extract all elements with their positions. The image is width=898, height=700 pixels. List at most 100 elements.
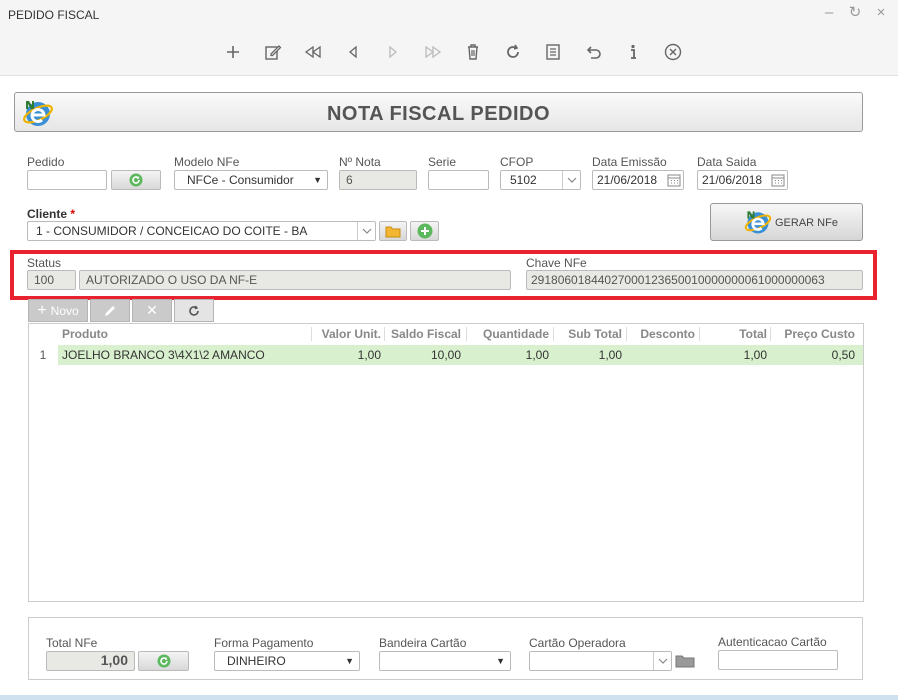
- gerar-nfe-button[interactable]: GERAR NFe: [710, 203, 863, 241]
- close-icon: ✕: [146, 302, 158, 318]
- edit-button[interactable]: [254, 38, 292, 66]
- refresh-green-icon: [129, 173, 143, 187]
- cell-preco-custo: 0,50: [831, 348, 855, 362]
- operadora-combo[interactable]: [529, 651, 672, 671]
- fast-forward-icon: [425, 45, 442, 59]
- window-titlebar: PEDIDO FISCAL – ↻ ×: [0, 0, 898, 76]
- undo-icon: [586, 46, 601, 59]
- nota-field: 6: [339, 170, 417, 190]
- form-header: NOTA FISCAL PEDIDO: [14, 92, 863, 132]
- column-separator: [699, 327, 700, 341]
- chevron-down-icon[interactable]: [653, 652, 671, 670]
- reload-button[interactable]: [494, 38, 532, 66]
- caret-right-icon: [389, 45, 398, 59]
- autenticacao-input[interactable]: [718, 650, 838, 670]
- cancel-button[interactable]: [654, 38, 692, 66]
- cell-valor-unit: 1,00: [357, 348, 381, 362]
- column-separator: [311, 327, 312, 341]
- forma-pagamento-select[interactable]: DINHEIRO ▼: [214, 651, 360, 671]
- pedido-label: Pedido: [27, 155, 65, 169]
- reload-icon: [507, 44, 519, 58]
- total-label: Total NFe: [46, 636, 98, 650]
- bandeira-label: Bandeira Cartão: [379, 636, 467, 650]
- gerar-nfe-label: GERAR NFe: [775, 217, 838, 229]
- trash-icon: [468, 44, 478, 60]
- minimize-icon[interactable]: –: [820, 4, 838, 22]
- nfe-logo-icon: [744, 211, 772, 234]
- list-icon: [546, 44, 560, 60]
- edit-icon: [265, 45, 282, 60]
- modelo-select[interactable]: NFCe - Consumidor ▼: [174, 170, 328, 190]
- column-header-produto[interactable]: Produto: [62, 324, 108, 344]
- pencil-icon: [105, 305, 115, 316]
- plus-icon: [227, 46, 239, 58]
- emissao-label: Data Emissão: [592, 155, 667, 169]
- window-title: PEDIDO FISCAL: [8, 8, 100, 22]
- products-grid: Produto Valor Unit. Saldo Fiscal Quantid…: [28, 323, 864, 602]
- add-green-icon: [417, 223, 432, 239]
- total-refresh-button[interactable]: [138, 651, 189, 671]
- pedido-search-button[interactable]: [111, 170, 161, 190]
- column-separator: [466, 327, 467, 341]
- calendar-icon[interactable]: [667, 173, 681, 187]
- list-button[interactable]: [534, 38, 572, 66]
- total-field: 1,00: [46, 651, 135, 671]
- emissao-value: 21/06/2018: [597, 173, 658, 187]
- table-row[interactable]: 1 JOELHO BRANCO 3\4X1\2 AMANCO 1,00 10,0…: [29, 345, 863, 365]
- caret-left-icon: [348, 45, 357, 59]
- cfop-combo[interactable]: 5102: [500, 170, 581, 190]
- refresh-icon[interactable]: ↻: [846, 4, 864, 22]
- dropdown-arrow-icon: ▼: [345, 656, 354, 666]
- emissao-date-input[interactable]: 21/06/2018: [592, 170, 684, 190]
- column-header-sub-total[interactable]: Sub Total: [556, 324, 622, 344]
- cell-sub-total: 1,00: [598, 348, 622, 362]
- saida-label: Data Saida: [697, 155, 757, 169]
- saida-value: 21/06/2018: [702, 173, 763, 187]
- delete-button[interactable]: [454, 38, 492, 66]
- column-header-valor-unit[interactable]: Valor Unit.: [315, 324, 381, 344]
- operadora-open-button[interactable]: [675, 653, 695, 668]
- last-record-button[interactable]: [414, 38, 452, 66]
- column-separator: [626, 327, 627, 341]
- next-record-button[interactable]: [374, 38, 412, 66]
- folder-icon: [675, 655, 695, 668]
- cell-total: 1,00: [743, 348, 767, 362]
- column-header-total[interactable]: Total: [702, 324, 767, 344]
- column-header-desconto[interactable]: Desconto: [629, 324, 695, 344]
- cell-quantidade: 1,00: [525, 348, 549, 362]
- info-button[interactable]: [614, 38, 652, 66]
- dropdown-arrow-icon: ▼: [496, 656, 505, 666]
- forma-pagamento-value: DINHEIRO: [227, 654, 286, 668]
- bandeira-select[interactable]: ▼: [379, 651, 511, 671]
- close-icon[interactable]: ×: [872, 4, 890, 22]
- refresh-grid-button[interactable]: [174, 299, 214, 322]
- previous-record-button[interactable]: [334, 38, 372, 66]
- column-header-quantidade[interactable]: Quantidade: [469, 324, 549, 344]
- window-bottom-border: [0, 695, 898, 700]
- main-toolbar: [214, 38, 692, 66]
- novo-button[interactable]: + Novo: [28, 299, 88, 322]
- highlight-box: [10, 250, 877, 300]
- saida-date-input[interactable]: 21/06/2018: [697, 170, 788, 190]
- column-separator: [770, 327, 771, 341]
- column-header-saldo-fiscal[interactable]: Saldo Fiscal: [387, 324, 461, 344]
- first-record-button[interactable]: [294, 38, 332, 66]
- pedido-input[interactable]: [27, 170, 107, 190]
- chevron-down-icon[interactable]: [562, 171, 580, 189]
- cliente-open-button[interactable]: [379, 221, 407, 241]
- grid-toolbar: + Novo ✕: [28, 299, 214, 322]
- edit-row-button[interactable]: [90, 299, 130, 322]
- delete-row-button[interactable]: ✕: [132, 299, 172, 322]
- calendar-icon[interactable]: [771, 173, 785, 187]
- info-icon: [631, 44, 636, 59]
- cell-produto: JOELHO BRANCO 3\4X1\2 AMANCO: [62, 348, 265, 362]
- serie-input[interactable]: [428, 170, 489, 190]
- rewind-icon: [304, 45, 321, 59]
- column-header-preco-custo[interactable]: Preço Custo: [773, 324, 855, 344]
- cliente-add-button[interactable]: [410, 221, 439, 241]
- cliente-combo[interactable]: 1 - CONSUMIDOR / CONCEICAO DO COITE - BA: [27, 221, 376, 241]
- chevron-down-icon[interactable]: [357, 222, 375, 240]
- add-button[interactable]: [214, 38, 252, 66]
- undo-button[interactable]: [574, 38, 612, 66]
- column-separator: [553, 327, 554, 341]
